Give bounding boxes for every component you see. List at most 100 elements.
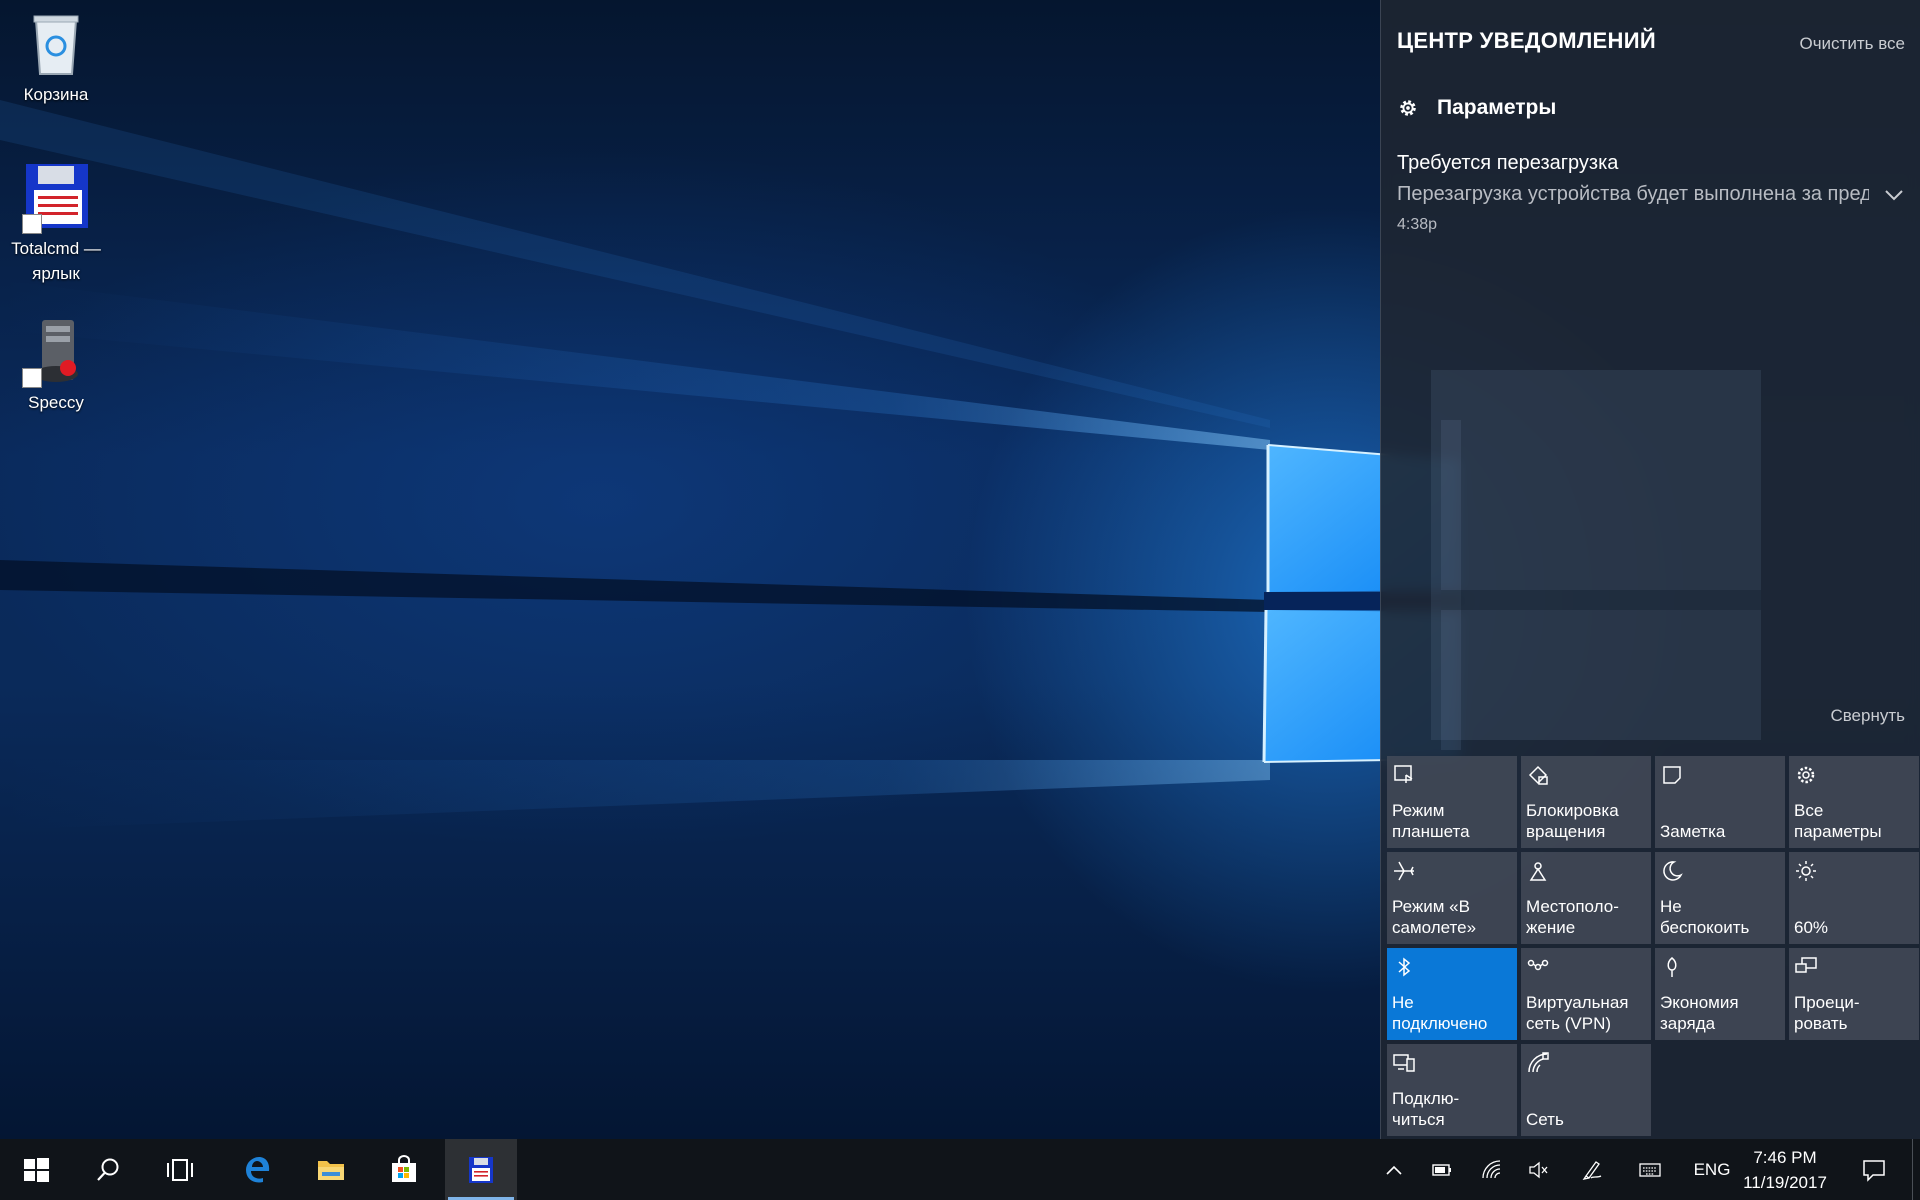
bluetooth-icon	[1398, 957, 1411, 977]
notification-time: 4:38р	[1397, 216, 1438, 233]
quick-action-tablet-mode[interactable]: Режим планшета	[1387, 756, 1517, 848]
brightness-icon	[1796, 861, 1816, 881]
quick-action-label: Сеть	[1526, 1110, 1564, 1129]
connect-icon	[1393, 1054, 1415, 1072]
desktop-icon-label: Speccy	[28, 393, 84, 412]
gear-icon	[1400, 100, 1416, 116]
edge-button[interactable]	[222, 1139, 294, 1200]
settings-icon	[1797, 766, 1815, 784]
quick-action-label: Не подключено	[1392, 993, 1488, 1033]
input-language-indicator[interactable]: ENG	[1690, 1139, 1734, 1200]
notification-body: Перезагрузка устройства будет выполнена …	[1397, 183, 1869, 205]
store-button[interactable]	[368, 1139, 440, 1200]
quick-action-label: Режим «В самолете»	[1392, 897, 1477, 937]
pen-icon	[1582, 1160, 1602, 1180]
network-button[interactable]	[1474, 1139, 1510, 1200]
shortcut-arrow-icon	[22, 214, 42, 234]
quick-action-location[interactable]: Местополо- жение	[1521, 852, 1651, 944]
wifi-icon	[1482, 1159, 1501, 1178]
quick-action-note[interactable]: Заметка	[1655, 756, 1785, 848]
quick-action-label: Не беспокоить	[1660, 897, 1750, 937]
clock[interactable]: 7:46 PM 11/19/2017	[1738, 1139, 1832, 1200]
quick-action-label: Блокировка вращения	[1526, 801, 1619, 841]
battery-button[interactable]	[1424, 1139, 1460, 1200]
quick-action-label: Режим планшета	[1392, 801, 1470, 841]
windows-ink-button[interactable]	[1574, 1139, 1610, 1200]
desktop-icon-totalcmd[interactable]: Totalcmd — ярлык	[0, 162, 112, 286]
clear-all-button[interactable]: Очистить все	[1799, 34, 1905, 54]
quick-action-label: Подклю- читься	[1392, 1089, 1460, 1129]
windows-logo-icon	[24, 1157, 49, 1182]
show-desktop-button[interactable]	[1912, 1139, 1920, 1200]
clock-time: 7:46 PM	[1753, 1147, 1817, 1167]
collapse-button[interactable]: Свернуть	[1830, 706, 1905, 726]
shortcut-arrow-icon	[22, 368, 42, 388]
desktop-icon-label: Totalcmd — ярлык	[11, 239, 101, 283]
quick-action-label: 60%	[1794, 918, 1829, 937]
speccy-icon	[20, 316, 92, 388]
store-icon	[392, 1154, 416, 1182]
touch-keyboard-button[interactable]	[1632, 1139, 1668, 1200]
quick-action-all-settings[interactable]: Все параметры	[1789, 756, 1919, 848]
note-icon	[1663, 766, 1681, 784]
battery-icon	[1432, 1163, 1451, 1176]
quick-action-battery-saver[interactable]: Экономия заряда	[1655, 948, 1785, 1040]
moon-icon	[1663, 861, 1683, 881]
quick-action-label: Заметка	[1660, 822, 1726, 841]
floppy-disk-icon	[469, 1156, 493, 1183]
project-icon	[1795, 957, 1817, 973]
battery-saver-icon	[1667, 957, 1677, 977]
quick-action-brightness[interactable]: 60%	[1789, 852, 1919, 944]
notification-icon	[1863, 1159, 1885, 1182]
rotation-lock-icon	[1528, 765, 1548, 785]
network-icon	[1528, 1052, 1549, 1073]
taskbar: ENG 7:46 PM 11/19/2017	[0, 1139, 1920, 1200]
vpn-icon	[1527, 959, 1549, 971]
volume-button[interactable]	[1520, 1139, 1556, 1200]
volume-muted-icon	[1529, 1161, 1548, 1178]
quick-action-connect[interactable]: Подклю- читься	[1387, 1044, 1517, 1136]
notification-group-label: Параметры	[1437, 96, 1557, 119]
quick-actions-grid: Режим планшета Блокировка вращения Замет…	[1387, 756, 1919, 1136]
quick-action-project[interactable]: Проеци- ровать	[1789, 948, 1919, 1040]
total-commander-taskbar-button[interactable]	[445, 1139, 517, 1200]
location-icon	[1529, 862, 1547, 881]
quick-action-network[interactable]: Сеть	[1521, 1044, 1651, 1136]
chevron-down-icon[interactable]	[1881, 182, 1907, 208]
airplane-icon	[1394, 861, 1414, 881]
quick-action-airplane-mode[interactable]: Режим «В самолете»	[1387, 852, 1517, 944]
folder-icon	[318, 1160, 344, 1180]
search-icon	[97, 1158, 119, 1181]
quick-action-label: Местополо- жение	[1526, 897, 1619, 937]
edge-icon	[246, 1156, 270, 1182]
start-button[interactable]	[0, 1139, 72, 1200]
file-explorer-button[interactable]	[295, 1139, 367, 1200]
search-button[interactable]	[72, 1139, 144, 1200]
notification-restart-required[interactable]: Требуется перезагрузка Перезагрузка устр…	[1381, 146, 1920, 242]
action-center-button[interactable]	[1850, 1139, 1898, 1200]
task-view-icon	[167, 1158, 193, 1181]
task-view-button[interactable]	[144, 1139, 216, 1200]
desktop-icon-recycle-bin[interactable]: Корзина	[0, 8, 112, 107]
quick-action-rotation-lock[interactable]: Блокировка вращения	[1521, 756, 1651, 848]
desktop-icon-speccy[interactable]: Speccy	[0, 316, 112, 415]
quick-action-label: Проеци- ровать	[1794, 993, 1860, 1033]
clock-date: 11/19/2017	[1743, 1172, 1827, 1192]
action-center-panel: ЦЕНТР УВЕДОМЛЕНИЙ Очистить все Параметры…	[1380, 0, 1920, 1139]
tablet-mode-icon	[1394, 765, 1413, 783]
quick-action-vpn[interactable]: Виртуальная сеть (VPN)	[1521, 948, 1651, 1040]
quick-action-label: Экономия заряда	[1660, 993, 1739, 1033]
desktop-icon-label: Корзина	[23, 85, 89, 104]
quick-action-do-not-disturb[interactable]: Не беспокоить	[1655, 852, 1785, 944]
quick-action-label: Виртуальная сеть (VPN)	[1526, 993, 1629, 1033]
chevron-up-icon	[1386, 1165, 1402, 1175]
floppy-disk-icon	[20, 162, 92, 234]
quick-action-bluetooth[interactable]: Не подключено	[1387, 948, 1517, 1040]
recycle-bin-icon	[20, 8, 92, 80]
notification-group-settings[interactable]: Параметры	[1397, 96, 1556, 120]
quick-action-label: Все параметры	[1794, 801, 1882, 841]
action-center-title: ЦЕНТР УВЕДОМЛЕНИЙ	[1397, 28, 1656, 53]
show-hidden-icons-button[interactable]	[1376, 1139, 1412, 1200]
desktop-screen: Корзина Totalcmd — ярлык Speccy ЦЕНТР УВ…	[0, 0, 1920, 1200]
keyboard-icon	[1639, 1162, 1661, 1177]
